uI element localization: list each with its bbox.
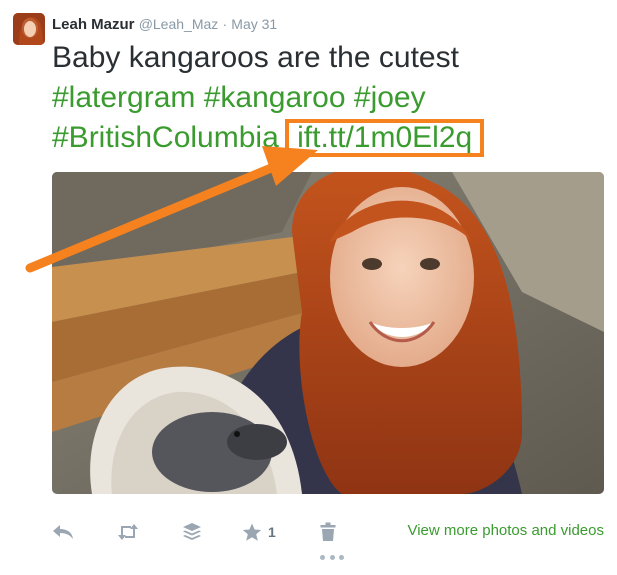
reply-icon — [53, 525, 73, 539]
hashtag-joey[interactable]: #joey — [354, 81, 426, 114]
tweet-link[interactable]: ift.tt/1m0El2q — [297, 121, 472, 154]
delete-button[interactable] — [320, 518, 336, 546]
hashtag-line: #latergram #kangaroo #joey — [52, 78, 484, 118]
separator-dot: · — [222, 16, 228, 32]
favorite-count: 1 — [268, 524, 276, 540]
star-icon — [242, 523, 262, 541]
hashtag-kangaroo[interactable]: #kangaroo — [204, 81, 346, 114]
tweet-timestamp[interactable]: May 31 — [231, 16, 277, 32]
avatar-image — [13, 13, 45, 45]
link-highlight-box: ift.tt/1m0El2q — [285, 119, 485, 157]
avatar[interactable] — [13, 13, 45, 45]
more-dots-icon[interactable] — [320, 552, 344, 562]
trash-icon — [320, 522, 336, 541]
dot-3 — [339, 554, 344, 560]
photo-woman-with-joey — [52, 172, 604, 494]
view-more-photos-link[interactable]: View more photos and videos — [407, 522, 604, 539]
reply-button[interactable] — [52, 518, 74, 546]
retweet-button[interactable] — [116, 518, 140, 546]
favorite-button[interactable]: 1 — [242, 518, 276, 546]
tweet-text: Baby kangaroos are the cutest #latergram… — [52, 38, 485, 158]
tweet: Leah Mazur @Leah_Maz · May 31 Baby kanga… — [0, 0, 617, 575]
hashtag-britishcolumbia[interactable]: #BritishColumbia — [52, 121, 279, 154]
tweet-photo[interactable] — [52, 172, 604, 494]
dot-1 — [320, 554, 325, 560]
author-handle[interactable]: @Leah_Maz — [139, 16, 219, 32]
dot-2 — [329, 554, 335, 560]
hashtag-link-line: #BritishColumbia ift.tt/1m0El2q — [52, 118, 485, 158]
buffer-icon — [183, 523, 201, 540]
tweet-actions: 1 View more photos and videos — [52, 518, 604, 546]
retweet-icon — [118, 524, 138, 540]
hashtag-latergram[interactable]: #latergram — [52, 81, 195, 114]
tweet-header: Leah Mazur @Leah_Maz · May 31 — [52, 14, 277, 35]
author-name[interactable]: Leah Mazur — [52, 16, 135, 33]
buffer-button[interactable] — [182, 518, 202, 546]
tweet-text-main: Baby kangaroos are the cutest — [52, 41, 459, 74]
